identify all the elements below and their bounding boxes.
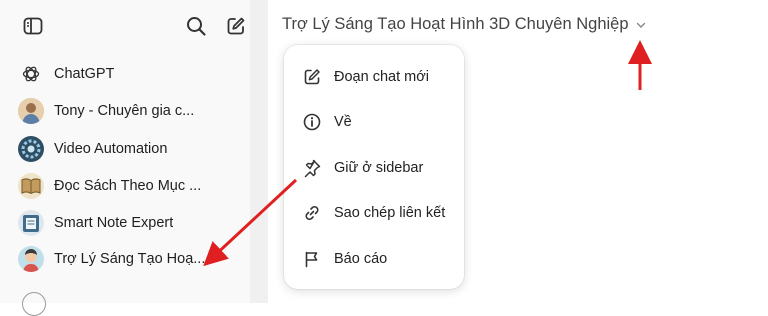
arrow-to-sidebar-item — [203, 178, 298, 267]
annotation-arrows — [203, 40, 652, 267]
